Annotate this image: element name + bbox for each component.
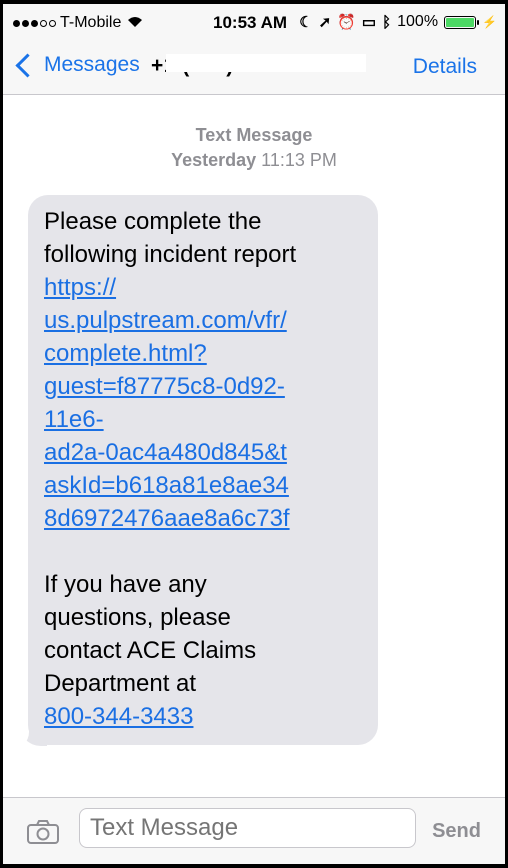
carrier-name: T-Mobile — [60, 14, 122, 31]
back-button[interactable]: Messages — [13, 52, 140, 78]
screen-mirror-icon: ▭ — [361, 14, 377, 31]
timestamp-time: 11:13 PM — [261, 150, 337, 170]
location-icon: ➚ — [318, 14, 332, 31]
moon-icon: ☾ — [299, 14, 313, 31]
signal-carrier: T-Mobile — [13, 14, 143, 32]
status-icons: ☾ ➚ ⏰ ▭ ᛒ 100% ⚡ — [299, 13, 497, 31]
message-text-line: If you have any — [44, 571, 207, 598]
incoming-message-bubble[interactable]: Please complete the following incident r… — [28, 195, 378, 745]
timestamp-day: Yesterday — [171, 150, 257, 170]
charging-icon: ⚡ — [482, 15, 497, 29]
message-text-line: contact ACE Claims — [44, 637, 257, 664]
incident-report-link[interactable]: https:// us.pulpstream.com/vfr/ complete… — [44, 271, 362, 535]
message-text-line: following incident report — [44, 241, 297, 268]
signal-strength-icon — [13, 19, 56, 27]
chevron-left-icon — [15, 52, 40, 78]
message-text-line: Department at — [44, 670, 197, 697]
alarm-icon: ⏰ — [337, 14, 356, 31]
message-input[interactable] — [79, 808, 416, 848]
link-line: 11e6- — [44, 406, 104, 433]
redaction-overlay — [166, 54, 366, 72]
bluetooth-icon: ᛒ — [382, 13, 392, 31]
link-line: ad2a-0ac4a480d845&t — [44, 439, 287, 466]
link-line: askId=b618a81e8ae34 — [44, 472, 289, 499]
link-line: complete.html? — [44, 340, 207, 367]
camera-icon[interactable] — [27, 820, 59, 844]
status-bar: T-Mobile 10:53 AM ☾ ➚ ⏰ ▭ ᛒ 100% ⚡ — [3, 4, 505, 42]
link-line: guest=f87775c8-0d92- — [44, 373, 285, 400]
details-button[interactable]: Details — [413, 55, 477, 79]
phone-screen: T-Mobile 10:53 AM ☾ ➚ ⏰ ▭ ᛒ 100% ⚡ Messa… — [0, 0, 508, 868]
link-line: https:// — [44, 274, 117, 301]
battery-icon — [444, 15, 480, 29]
send-button[interactable]: Send — [432, 820, 481, 843]
back-label: Messages — [44, 53, 140, 76]
message-type-label: Text Message — [195, 125, 313, 145]
message-text-line: questions, please — [44, 604, 231, 631]
phone-number-link[interactable]: 800-344-3433 — [44, 700, 362, 733]
conversation-header: Text Message Yesterday 11:13 PM — [3, 125, 505, 171]
wifi-icon — [127, 15, 143, 32]
bubble-tail-mask — [7, 710, 29, 750]
navigation-bar: Messages +1 (403) 214-8587 Details — [3, 42, 505, 95]
link-line: us.pulpstream.com/vfr/ — [44, 307, 287, 334]
status-time: 10:53 AM — [213, 13, 288, 32]
link-line: 8d6972476aae8a6c73f — [44, 505, 290, 532]
message-input-bar: Send — [3, 797, 505, 864]
message-timestamp: Yesterday 11:13 PM — [3, 150, 505, 171]
message-text-line: Please complete the — [44, 208, 262, 235]
battery-percent: 100% — [397, 13, 439, 30]
